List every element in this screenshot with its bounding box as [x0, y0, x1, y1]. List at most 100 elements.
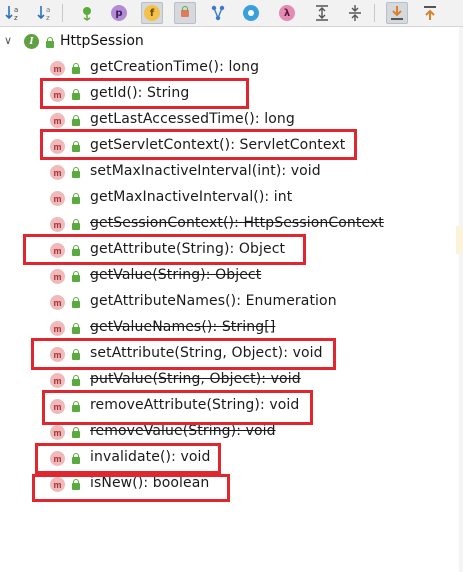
- public-lock-icon: [72, 401, 80, 412]
- tree-item-method[interactable]: m removeAttribute(String): void: [0, 395, 459, 417]
- method-icon: m: [50, 191, 65, 206]
- scrollbar-track[interactable]: [459, 27, 463, 572]
- sort-alpha-button[interactable]: a z: [34, 2, 56, 24]
- method-icon: m: [50, 217, 65, 232]
- lock-icon: [181, 5, 189, 17]
- public-lock-icon: [72, 219, 80, 230]
- show-fields-toggle[interactable]: f: [141, 2, 163, 24]
- method-icon: m: [50, 165, 65, 180]
- public-lock-icon: [46, 37, 54, 48]
- autoscroll-to-source-toggle[interactable]: [386, 2, 408, 24]
- tree-item-method[interactable]: m setMaxInactiveInterval(int): void: [0, 161, 459, 183]
- svg-text:z: z: [14, 14, 18, 22]
- method-label: getAttribute(String): Object: [90, 241, 286, 257]
- chevron-down-icon[interactable]: ∨: [4, 34, 12, 47]
- method-label: getLastAccessedTime(): long: [90, 111, 295, 127]
- method-icon: m: [50, 347, 65, 362]
- anonymous-classes-button[interactable]: [240, 2, 262, 24]
- tree-item-method[interactable]: m getCreationTime(): long: [0, 57, 459, 79]
- lambdas-button[interactable]: λ: [276, 2, 298, 24]
- tree-item-method[interactable]: m putValue(String, Object): void: [0, 369, 459, 391]
- method-icon: m: [50, 243, 65, 258]
- lambda-icon: λ: [279, 5, 295, 21]
- method-icon: m: [50, 451, 65, 466]
- method-label: removeValue(String): void: [90, 423, 276, 439]
- show-fields-icon: [83, 7, 91, 21]
- method-icon: m: [50, 269, 65, 284]
- tree-item-method[interactable]: m getMaxInactiveInterval(): int: [0, 187, 459, 209]
- public-lock-icon: [72, 297, 80, 308]
- autoscroll-from-source-button[interactable]: [419, 2, 441, 24]
- method-label: getSessionContext(): HttpSessionContext: [90, 215, 384, 231]
- inherited-icon: [211, 5, 225, 21]
- svg-text:a: a: [46, 6, 50, 14]
- public-lock-icon: [72, 349, 80, 360]
- method-label: getId(): String: [90, 85, 190, 101]
- tree-item-method[interactable]: m getAttribute(String): Object: [0, 239, 459, 261]
- autoscroll-to-source-icon: [391, 6, 403, 20]
- tree-item-method[interactable]: m getLastAccessedTime(): long: [0, 109, 459, 131]
- anonymous-classes-icon: [243, 5, 259, 21]
- svg-text:a: a: [14, 6, 18, 14]
- collapse-all-button[interactable]: [344, 2, 366, 24]
- show-fields-button[interactable]: [76, 2, 98, 24]
- public-lock-icon: [72, 453, 80, 464]
- method-icon: m: [50, 61, 65, 76]
- tree-item-method[interactable]: m removeValue(String): void: [0, 421, 459, 443]
- method-icon: m: [50, 321, 65, 336]
- method-icon: m: [50, 373, 65, 388]
- public-lock-icon: [72, 323, 80, 334]
- public-lock-icon: [72, 375, 80, 386]
- tree-item-method[interactable]: m getValue(String): Object: [0, 265, 459, 287]
- public-lock-icon: [72, 271, 80, 282]
- method-label: getValue(String): Object: [90, 267, 262, 283]
- public-lock-icon: [72, 245, 80, 256]
- tree-item-method[interactable]: m getServletContext(): ServletContext: [0, 135, 459, 157]
- method-label: getAttributeNames(): Enumeration: [90, 293, 337, 309]
- method-label: isNew(): boolean: [90, 475, 210, 491]
- public-lock-icon: [72, 63, 80, 74]
- structure-toolbar: a z a z p f λ: [0, 0, 463, 27]
- sort-alpha-icon: a z: [37, 6, 50, 22]
- expand-all-icon: [316, 5, 328, 21]
- method-label: getValueNames(): String[]: [90, 319, 276, 335]
- autoscroll-from-source-icon: [424, 6, 436, 20]
- tree-item-method[interactable]: m getSessionContext(): HttpSessionContext: [0, 213, 459, 235]
- collapse-all-icon: [349, 5, 361, 21]
- show-properties-button[interactable]: p: [108, 2, 130, 24]
- method-label: getCreationTime(): long: [90, 59, 260, 75]
- interface-icon: I: [24, 34, 39, 49]
- method-icon: m: [50, 399, 65, 414]
- sort-visibility-icon: a z: [5, 6, 18, 22]
- method-icon: m: [50, 425, 65, 440]
- sort-visibility-button[interactable]: a z: [2, 2, 24, 24]
- field-icon: f: [144, 5, 160, 21]
- tree-item-method[interactable]: m getAttributeNames(): Enumeration: [0, 291, 459, 313]
- show-inherited-button[interactable]: [207, 2, 229, 24]
- method-label: invalidate(): void: [90, 449, 211, 465]
- tree-root-label: HttpSession: [60, 33, 144, 49]
- method-label: setAttribute(String, Object): void: [90, 345, 323, 361]
- expand-all-button[interactable]: [311, 2, 333, 24]
- tree-item-method[interactable]: m isNew(): boolean: [0, 473, 459, 495]
- public-lock-icon: [72, 167, 80, 178]
- public-lock-icon: [72, 427, 80, 438]
- method-icon: m: [50, 477, 65, 492]
- method-label: getMaxInactiveInterval(): int: [90, 189, 293, 205]
- tree-item-method[interactable]: m invalidate(): void: [0, 447, 459, 469]
- tree-root-httpsession[interactable]: ∨ I HttpSession: [0, 31, 300, 53]
- tree-item-method[interactable]: m getId(): String: [0, 83, 459, 105]
- properties-icon: p: [111, 5, 127, 21]
- method-label: setMaxInactiveInterval(int): void: [90, 163, 321, 179]
- method-label: putValue(String, Object): void: [90, 371, 301, 387]
- method-icon: m: [50, 139, 65, 154]
- method-icon: m: [50, 113, 65, 128]
- tree-item-method[interactable]: m setAttribute(String, Object): void: [0, 343, 459, 365]
- method-icon: m: [50, 295, 65, 310]
- tree-item-method[interactable]: m getValueNames(): String[]: [0, 317, 459, 339]
- public-lock-icon: [72, 479, 80, 490]
- svg-text:z: z: [46, 14, 50, 22]
- method-label: getServletContext(): ServletContext: [90, 137, 346, 153]
- show-non-public-toggle[interactable]: [174, 2, 196, 24]
- method-icon: m: [50, 87, 65, 102]
